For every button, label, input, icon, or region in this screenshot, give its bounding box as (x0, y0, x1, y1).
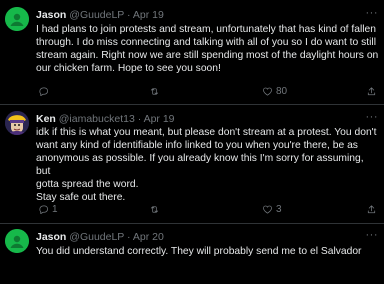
retweet-icon (150, 87, 159, 95)
reply-icon (39, 86, 48, 96)
author-name[interactable]: Ken (36, 113, 56, 125)
avatar[interactable] (5, 111, 29, 135)
avatar[interactable] (5, 229, 29, 253)
reply-icon (39, 204, 48, 214)
user-avatar-icon (5, 229, 29, 253)
share-button[interactable] (366, 202, 377, 216)
reply-count: 1 (52, 203, 58, 215)
separator-dot: · (127, 9, 131, 21)
tweet-date[interactable]: Apr 19 (133, 9, 164, 21)
author-handle[interactable]: @GuudeLP (69, 231, 124, 243)
user-avatar-icon (5, 7, 29, 31)
tweet-date[interactable]: Apr 20 (133, 231, 164, 243)
reply-button[interactable] (38, 84, 52, 98)
author-name[interactable]: Jason (36, 9, 66, 21)
reply-button[interactable]: 1 (38, 202, 58, 216)
tweet-text: You did understand correctly. They will … (36, 246, 362, 257)
tweet-header: Jason @GuudeLP · Apr 20 (36, 231, 164, 244)
more-options-icon[interactable]: ··· (366, 229, 379, 242)
share-button[interactable] (366, 84, 377, 98)
tweet-actions: 1 3 (36, 202, 376, 216)
tweet[interactable]: Jason @GuudeLP · Apr 19 ··· I had plans … (0, 0, 384, 105)
tweet-header: Ken @iamabucket13 · Apr 19 (36, 113, 175, 126)
cartoon-character-avatar-icon (5, 111, 29, 135)
more-options-icon[interactable]: ··· (366, 111, 379, 124)
avatar[interactable] (5, 7, 29, 31)
heart-icon (263, 87, 272, 96)
share-icon (367, 86, 376, 95)
heart-icon (263, 205, 272, 214)
share-icon (367, 204, 376, 213)
author-handle[interactable]: @iamabucket13 (59, 113, 135, 125)
tweet-text: idk if this is what you meant, but pleas… (36, 127, 377, 203)
retweet-button[interactable] (149, 84, 163, 98)
separator-dot: · (137, 113, 142, 125)
tweet[interactable]: Ken @iamabucket13 · Apr 19 ··· idk if th… (0, 105, 384, 224)
tweet-actions: 80 (36, 84, 376, 98)
like-count: 3 (276, 203, 282, 215)
retweet-button[interactable] (149, 202, 163, 216)
like-button[interactable]: 3 (262, 202, 282, 216)
like-button[interactable]: 80 (262, 84, 287, 98)
tweet-date[interactable]: Apr 19 (144, 113, 175, 125)
tweet[interactable]: Jason @GuudeLP · Apr 20 ··· You did unde… (0, 224, 384, 284)
tweet-text: I had plans to join protests and stream,… (36, 24, 379, 74)
like-count: 80 (276, 85, 288, 97)
separator-dot: · (127, 231, 131, 243)
retweet-icon (150, 205, 159, 213)
more-options-icon[interactable]: ··· (366, 7, 379, 20)
tweet-header: Jason @GuudeLP · Apr 19 (36, 9, 164, 22)
author-handle[interactable]: @GuudeLP (69, 9, 124, 21)
author-name[interactable]: Jason (36, 231, 66, 243)
